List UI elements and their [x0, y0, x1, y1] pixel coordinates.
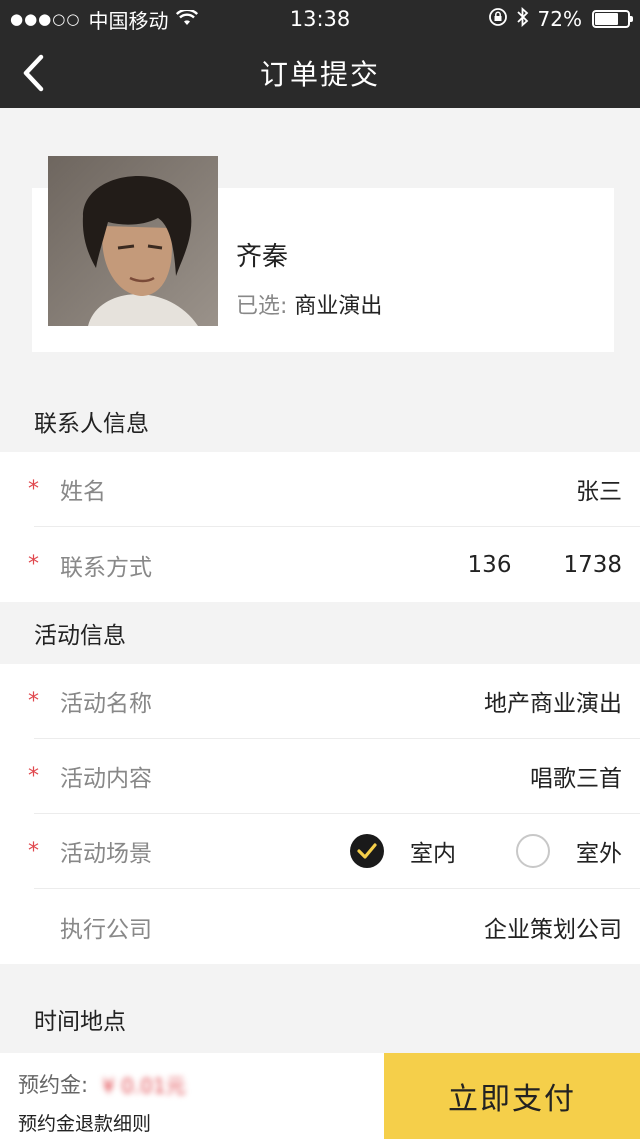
contact-phone-row[interactable]: * 联系方式 136 1738 [28, 527, 640, 602]
activity-company-input[interactable]: 企业策划公司 [484, 910, 622, 944]
time-place-section-header: 时间地点 [34, 1009, 126, 1035]
artist-name: 齐秦 [236, 242, 289, 272]
contact-group: * 姓名 张三 * 联系方式 136 1738 [0, 452, 640, 602]
checkmark-icon [357, 843, 377, 859]
activity-name-input[interactable]: 地产商业演出 [484, 684, 622, 718]
back-button[interactable] [10, 50, 56, 96]
deposit-line: 预约金: ¥ 0.01元 [18, 1069, 384, 1099]
activity-section-header: 活动信息 [34, 623, 126, 649]
scene-outdoor-label[interactable]: 室外 [576, 834, 622, 868]
artist-summary: 齐秦 已选: 商业演出 [0, 108, 640, 390]
activity-scene-label: 活动场景 [60, 841, 152, 867]
required-mark: * [28, 476, 39, 502]
wifi-icon [176, 7, 199, 31]
signal-strength-icon: ●●●○○ [10, 10, 81, 28]
carrier-name: 中国移动 [88, 8, 169, 33]
scene-indoor-radio[interactable] [350, 834, 384, 868]
status-left: ●●●○○ 中国移动 [10, 5, 199, 34]
selected-value: 商业演出 [294, 294, 383, 319]
order-form: 齐秦 已选: 商业演出 联系人信息 * 姓名 张三 * 联系方式 136 173… [0, 108, 640, 1053]
deposit-info: 预约金: ¥ 0.01元 预约金退款细则 [0, 1053, 384, 1139]
activity-content-label: 活动内容 [60, 766, 152, 792]
required-mark: * [28, 688, 39, 714]
chevron-left-icon [23, 54, 44, 92]
selected-label: 已选: [236, 294, 288, 319]
battery-level [595, 13, 619, 25]
deposit-label: 预约金: [18, 1073, 89, 1097]
page-title: 订单提交 [259, 58, 380, 91]
artist-photo [48, 156, 218, 326]
activity-scene-row: * 活动场景 室内 室外 [28, 814, 640, 889]
required-mark: * [28, 763, 39, 789]
bluetooth-icon [516, 6, 530, 32]
contact-phone-input[interactable]: 136 1738 [468, 552, 622, 578]
phone-prefix: 136 [467, 551, 512, 578]
contact-phone-label: 联系方式 [60, 554, 152, 581]
status-right: 72% [488, 6, 633, 32]
contact-section-header: 联系人信息 [34, 411, 149, 437]
navigation-bar: 订单提交 [0, 38, 640, 108]
battery-percent: 72% [537, 7, 582, 31]
contact-name-label: 姓名 [60, 479, 106, 505]
required-mark: * [28, 552, 39, 577]
deposit-amount: ¥ 0.01元 [102, 1073, 186, 1098]
scene-outdoor-radio[interactable] [516, 834, 550, 868]
artist-portrait-image [48, 156, 218, 326]
bottom-pay-bar: 预约金: ¥ 0.01元 预约金退款细则 立即支付 [0, 1053, 640, 1139]
activity-group: * 活动名称 地产商业演出 * 活动内容 唱歌三首 * 活动场景 室内 室外 执… [0, 664, 640, 964]
contact-name-input[interactable]: 张三 [576, 472, 622, 506]
refund-rules-link[interactable]: 预约金退款细则 [18, 1109, 151, 1136]
required-mark: * [28, 838, 39, 864]
scene-indoor-label[interactable]: 室内 [410, 834, 456, 868]
activity-name-label: 活动名称 [60, 691, 152, 717]
activity-company-row[interactable]: 执行公司 企业策划公司 [34, 889, 640, 964]
activity-company-label: 执行公司 [60, 916, 152, 943]
pay-now-button[interactable]: 立即支付 [384, 1053, 640, 1139]
status-bar: ●●●○○ 中国移动 13:38 72% [0, 0, 640, 38]
activity-content-input[interactable]: 唱歌三首 [530, 759, 622, 793]
scene-radio-group: 室内 室外 [350, 834, 622, 868]
selected-service: 已选: 商业演出 [236, 288, 382, 320]
rotation-lock-icon [488, 7, 508, 32]
contact-name-row[interactable]: * 姓名 张三 [28, 452, 640, 527]
phone-suffix: 1738 [563, 551, 622, 578]
activity-name-row[interactable]: * 活动名称 地产商业演出 [28, 664, 640, 739]
battery-icon [592, 10, 633, 28]
activity-content-row[interactable]: * 活动内容 唱歌三首 [28, 739, 640, 814]
